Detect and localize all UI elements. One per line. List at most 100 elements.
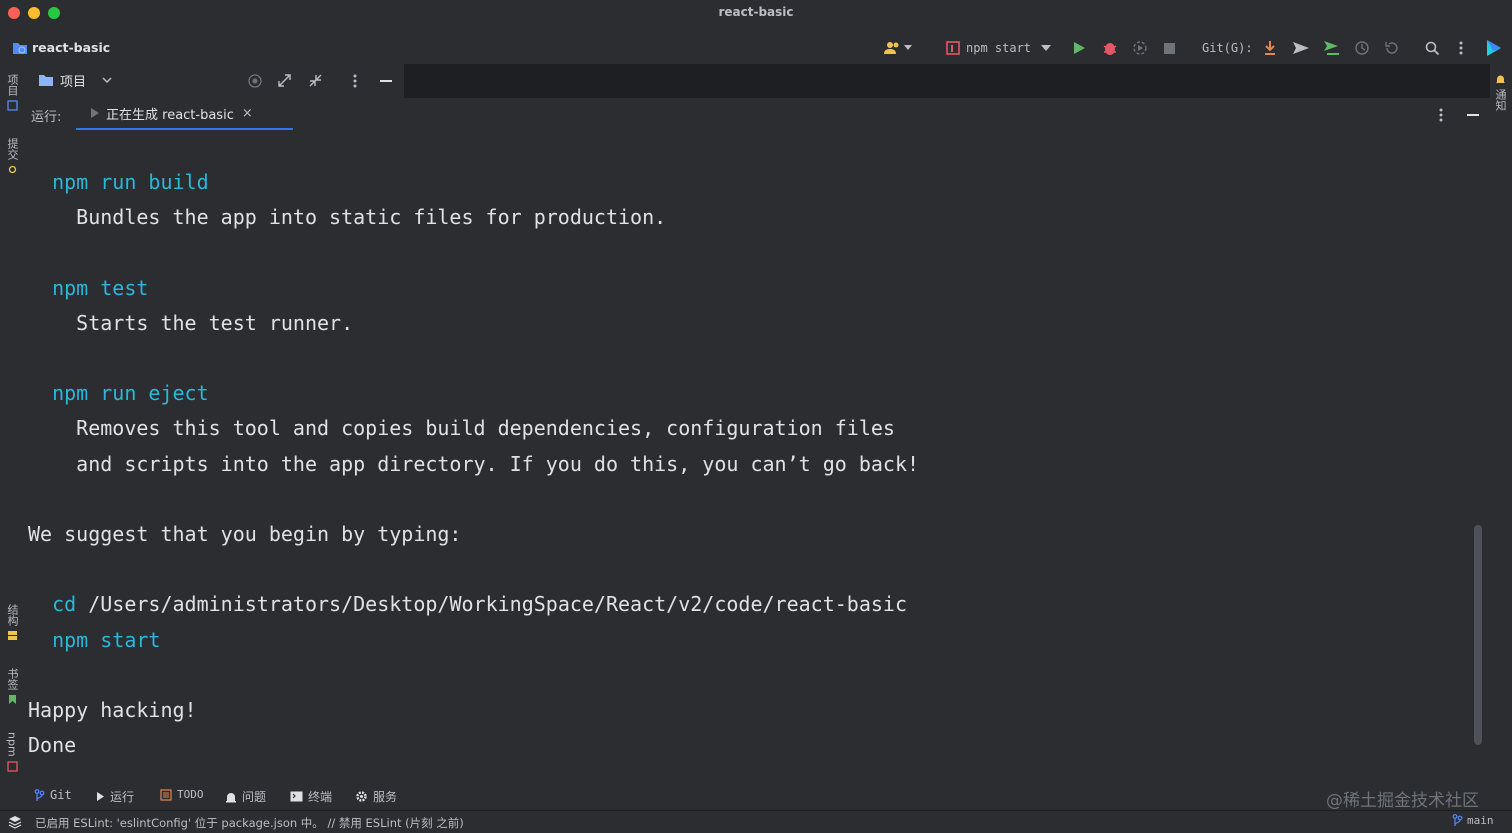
console-scrollbar[interactable]	[1474, 525, 1482, 745]
tool-tab-commit[interactable]: 提交	[4, 138, 20, 175]
console-line: cd /Users/administrators/Desktop/Working…	[28, 592, 907, 616]
right-tool-strip: 通知	[1488, 64, 1512, 784]
tool-tab-project-label: 项目	[6, 74, 19, 96]
layers-icon[interactable]	[8, 815, 22, 829]
tool-button-terminal[interactable]: 终端	[290, 788, 332, 805]
run-panel-tabs: 运行: 正在生成 react-basic ×	[24, 98, 1488, 132]
bottom-tool-bar: Git 运行 TODO 问题 终端 服务	[24, 784, 1488, 810]
git-rollback-button[interactable]	[1384, 38, 1400, 58]
console-line-text: Removes this tool and copies build depen…	[28, 416, 895, 441]
console-line: npm run eject	[28, 381, 209, 405]
tool-tab-bookmarks[interactable]: 书签	[4, 668, 20, 705]
tool-tab-project[interactable]: 项目	[4, 74, 20, 111]
tool-button-run[interactable]: 运行	[96, 788, 134, 805]
profiler-icon	[1132, 40, 1148, 56]
play-icon	[90, 107, 100, 119]
search-everywhere-button[interactable]	[1425, 38, 1440, 58]
tool-button-problems[interactable]: 问题	[225, 788, 266, 805]
tool-tab-npm[interactable]: npm	[4, 732, 20, 772]
status-bar: 已启用 ESLint: 'eslintConfig' 位于 package.js…	[0, 810, 1512, 833]
console-line: and scripts into the app directory. If y…	[28, 452, 919, 476]
problems-icon	[225, 791, 237, 803]
commit-push-icon	[1323, 40, 1341, 56]
bug-icon	[1102, 40, 1118, 56]
project-panel-header: 项目	[24, 64, 404, 98]
bell-icon	[1495, 74, 1506, 85]
git-branch-widget[interactable]: main	[1452, 814, 1494, 827]
window-title: react-basic	[718, 5, 794, 19]
play-icon	[96, 791, 105, 802]
left-tool-strip: 项目 提交 结构 书签 npm	[0, 64, 24, 784]
console-line: npm start	[28, 628, 160, 652]
terminal-icon	[290, 791, 303, 802]
git-history-button[interactable]	[1354, 38, 1370, 58]
console-line: Starts the test runner.	[28, 311, 353, 335]
console-line-path: /Users/administrators/Desktop/WorkingSpa…	[76, 592, 908, 617]
more-vertical-icon[interactable]	[1438, 107, 1444, 123]
console-line-text: npm start	[28, 627, 161, 652]
rollback-icon	[1384, 40, 1400, 56]
npm-icon	[6, 761, 18, 772]
profile-button[interactable]	[1132, 38, 1148, 58]
console-line-text: and scripts into the app directory. If y…	[28, 451, 920, 476]
debug-button[interactable]	[1102, 38, 1118, 58]
console-line: Bundles the app into static files for pr…	[28, 205, 666, 229]
console-line-text: npm run eject	[28, 381, 209, 406]
tool-button-run-label: 运行	[110, 790, 135, 804]
console-line: Removes this tool and copies build depen…	[28, 416, 895, 440]
project-view-selector[interactable]: 项目	[38, 71, 112, 90]
console-line: npm run build	[28, 170, 209, 194]
git-update-button[interactable]	[1263, 38, 1277, 58]
run-console-output[interactable]: npm run build Bundles the app into stati…	[24, 140, 1472, 780]
git-label: Git(G):	[1202, 41, 1253, 55]
structure-icon	[7, 630, 18, 641]
git-branch-icon	[1452, 814, 1463, 827]
project-folder-icon	[12, 41, 28, 55]
tool-button-services[interactable]: 服务	[355, 788, 397, 805]
bookmark-icon	[7, 694, 18, 705]
tool-button-todo[interactable]: TODO	[160, 788, 204, 801]
project-switcher[interactable]: react-basic	[12, 40, 110, 55]
git-push-button[interactable]	[1292, 38, 1310, 58]
watermark: @稀土掘金技术社区	[1326, 791, 1479, 811]
git-branch-name: main	[1467, 814, 1494, 827]
ide-logo-button[interactable]	[1485, 38, 1503, 58]
npm-icon	[946, 41, 960, 55]
more-vertical-icon	[1458, 40, 1464, 56]
tool-tab-npm-label: npm	[5, 732, 19, 757]
console-line-text: npm test	[28, 275, 149, 300]
expand-all-icon[interactable]	[277, 73, 292, 88]
hide-panel-icon[interactable]	[379, 73, 393, 89]
run-tab-label: 正在生成 react-basic	[106, 107, 234, 123]
history-icon	[1354, 40, 1370, 56]
tool-tab-notifications[interactable]: 通知	[1492, 74, 1508, 111]
project-name: react-basic	[32, 40, 111, 55]
todo-list-icon	[160, 788, 172, 801]
console-line-text: Done	[28, 733, 77, 758]
hide-panel-icon[interactable]	[1466, 107, 1480, 123]
run-panel-label: 运行:	[31, 110, 62, 125]
chevron-down-icon	[1041, 45, 1052, 51]
more-vertical-icon[interactable]	[352, 73, 358, 89]
locate-icon[interactable]	[247, 73, 263, 89]
tool-button-git[interactable]: Git	[34, 788, 72, 802]
status-message[interactable]: 已启用 ESLint: 'eslintConfig' 位于 package.js…	[35, 815, 464, 831]
send-icon	[1292, 41, 1310, 55]
collapse-all-icon[interactable]	[308, 73, 323, 88]
tool-button-todo-label: TODO	[177, 788, 204, 801]
console-line-text: npm run build	[28, 170, 209, 194]
console-line: npm test	[28, 276, 148, 300]
run-config-selector[interactable]: npm start	[946, 38, 1052, 58]
console-line-text: We suggest that you begin by typing:	[28, 522, 462, 546]
code-with-me-button[interactable]	[884, 38, 912, 58]
git-commit-push-button[interactable]	[1323, 38, 1341, 58]
console-line-text: cd	[28, 592, 77, 617]
stop-button[interactable]	[1163, 38, 1176, 58]
close-tab-icon[interactable]: ×	[242, 106, 253, 121]
run-button[interactable]	[1072, 38, 1086, 58]
run-tab-active[interactable]: 正在生成 react-basic ×	[76, 98, 293, 130]
tool-button-services-label: 服务	[373, 790, 398, 804]
more-actions-button[interactable]	[1458, 38, 1464, 58]
tool-tab-bookmarks-label: 书签	[6, 668, 19, 690]
tool-tab-structure[interactable]: 结构	[4, 604, 20, 641]
